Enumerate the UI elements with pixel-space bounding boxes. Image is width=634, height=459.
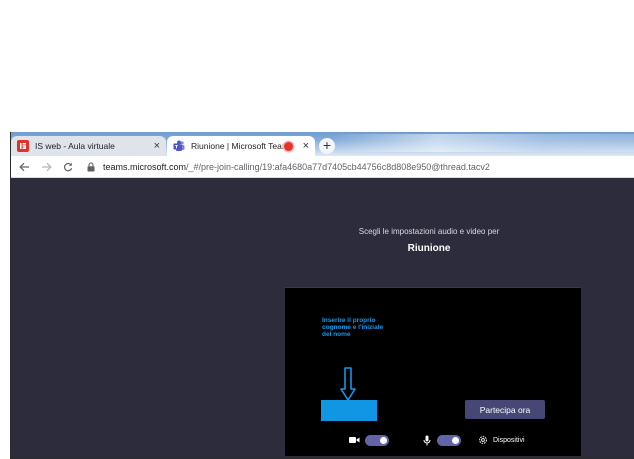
lock-icon[interactable] xyxy=(87,161,97,173)
microphone-icon xyxy=(421,435,432,446)
address-toolbar: teams.microsoft.com/_#/pre-join-calling/… xyxy=(11,156,634,178)
tab-is-web[interactable]: IS web - Aula virtuale × xyxy=(11,136,166,156)
join-now-button[interactable]: Partecipa ora xyxy=(465,400,545,419)
close-tab-icon[interactable]: × xyxy=(303,140,309,152)
gear-icon[interactable] xyxy=(477,435,488,446)
teams-favicon-icon xyxy=(173,140,185,152)
tab-strip: IS web - Aula virtuale × Riunione | Micr… xyxy=(11,132,634,156)
meeting-title: Riunione xyxy=(407,243,451,254)
close-tab-icon[interactable]: × xyxy=(154,140,160,152)
camera-toggle[interactable] xyxy=(365,434,389,446)
devices-button[interactable]: Dispositivi xyxy=(493,437,525,444)
is-web-favicon-icon xyxy=(17,140,29,152)
video-preview: Inserire il proprio cognome e l'iniziale… xyxy=(285,287,581,456)
reload-icon[interactable] xyxy=(59,158,77,176)
address-bar[interactable]: teams.microsoft.com/_#/pre-join-calling/… xyxy=(103,162,490,172)
tab-title: IS web - Aula virtuale xyxy=(35,141,115,151)
url-path: /_#/pre-join-calling/19:afa4680a77d7405c… xyxy=(186,161,490,172)
new-tab-button[interactable]: + xyxy=(319,138,335,154)
back-arrow-icon[interactable] xyxy=(15,158,33,176)
annotation-text: Inserire il proprio cognome e l'iniziale… xyxy=(322,317,384,339)
forward-arrow-icon[interactable] xyxy=(37,158,55,176)
teams-prejoin-page: Scegli le impostazioni audio e video per… xyxy=(11,178,634,458)
url-host: teams.microsoft.com xyxy=(103,161,187,172)
camera-icon xyxy=(349,435,360,446)
device-controls: Dispositivi xyxy=(349,433,525,447)
name-input[interactable] xyxy=(321,400,377,421)
microphone-toggle[interactable] xyxy=(437,434,461,446)
tab-title: Riunione | Microsoft Teams xyxy=(191,141,284,151)
browser-window: IS web - Aula virtuale × Riunione | Micr… xyxy=(10,132,634,459)
tab-teams[interactable]: Riunione | Microsoft Teams × xyxy=(167,136,315,156)
down-arrow-annotation-icon xyxy=(340,367,356,401)
recording-indicator-icon xyxy=(283,141,293,151)
settings-prompt: Scegli le impostazioni audio e video per xyxy=(358,227,500,236)
